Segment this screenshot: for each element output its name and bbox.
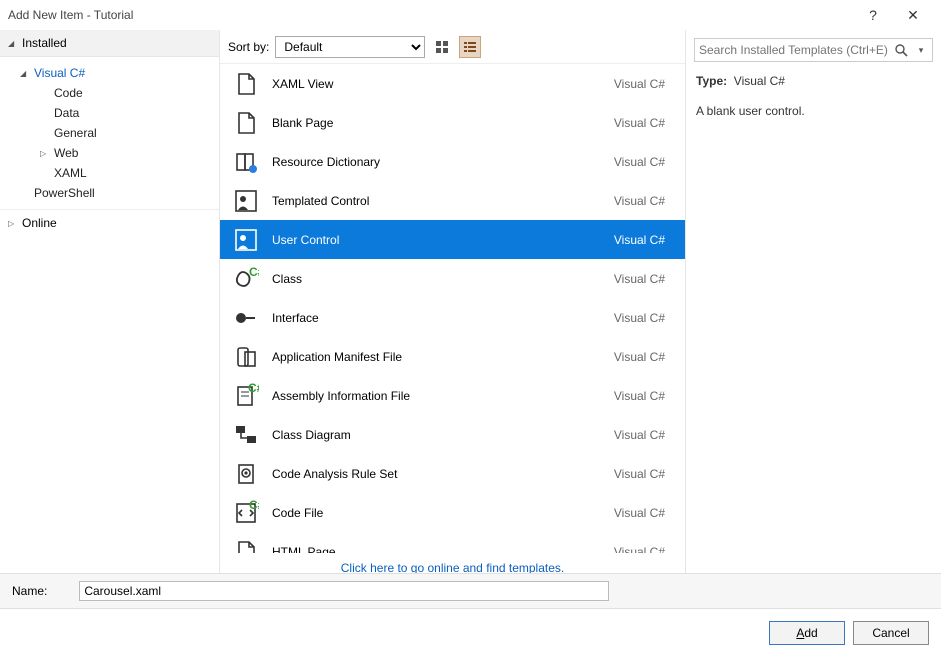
installed-label: Installed — [22, 36, 67, 50]
svg-text:C#: C# — [249, 500, 259, 512]
dialog-buttons: Add Cancel — [769, 621, 929, 645]
template-row[interactable]: Application Manifest File Visual C# — [220, 337, 685, 376]
name-row: Name: — [0, 573, 941, 609]
search-input[interactable] — [699, 43, 894, 57]
template-lang: Visual C# — [614, 350, 673, 364]
caret-icon — [40, 148, 50, 158]
titlebar: Add New Item - Tutorial ? ✕ — [0, 0, 941, 30]
template-lang: Visual C# — [614, 545, 673, 554]
control-person-icon — [232, 226, 260, 254]
description: A blank user control. — [694, 100, 933, 122]
online-label: Online — [22, 216, 57, 230]
template-lang: Visual C# — [614, 155, 673, 169]
template-lang: Visual C# — [614, 389, 673, 403]
template-row[interactable]: C# Code File Visual C# — [220, 493, 685, 532]
file-blank-icon — [232, 70, 260, 98]
template-name: Code Analysis Rule Set — [272, 467, 602, 481]
template-list[interactable]: XAML ViewVisual C#Blank PageVisual C#Res… — [220, 64, 685, 553]
search-box[interactable]: ▾ — [694, 38, 933, 62]
template-lang: Visual C# — [614, 311, 673, 325]
type-label: Type: — [696, 74, 727, 88]
control-person-icon — [232, 187, 260, 215]
template-name: Class Diagram — [272, 428, 602, 442]
name-input[interactable] — [79, 581, 609, 601]
tree-data[interactable]: Data — [0, 103, 219, 123]
caret-icon — [8, 218, 18, 228]
caret-icon — [20, 68, 30, 78]
interface-icon — [232, 304, 260, 332]
template-name: User Control — [272, 233, 602, 247]
file-blank-icon — [232, 109, 260, 137]
diagram-icon — [232, 421, 260, 449]
chevron-down-icon[interactable]: ▾ — [914, 45, 928, 56]
template-row[interactable]: Resource Dictionary Visual C# — [220, 142, 685, 181]
template-panel: Sort by: Default XAML ViewVisual C#Blank… — [220, 30, 686, 583]
template-name: Assembly Information File — [272, 389, 602, 403]
close-button[interactable]: ✕ — [893, 7, 933, 24]
details-panel: ▾ Type: Visual C# A blank user control. — [686, 30, 941, 583]
template-name: Templated Control — [272, 194, 602, 208]
codefile-icon: C# — [232, 499, 260, 527]
template-row[interactable]: Code Analysis Rule Set Visual C# — [220, 454, 685, 493]
cancel-button[interactable]: Cancel — [853, 621, 929, 645]
type-value: Visual C# — [734, 74, 785, 88]
template-lang: Visual C# — [614, 467, 673, 481]
template-row[interactable]: XAML View Visual C# — [220, 64, 685, 103]
window-title: Add New Item - Tutorial — [8, 8, 853, 22]
template-lang: Visual C# — [614, 272, 673, 286]
installed-header[interactable]: Installed — [0, 30, 219, 57]
template-row[interactable]: C# Assembly Information File Visual C# — [220, 376, 685, 415]
name-label: Name: — [12, 584, 47, 598]
caret-icon — [8, 38, 18, 48]
template-name: HTML Page — [272, 545, 602, 554]
tree-visual-csharp[interactable]: Visual C# — [0, 63, 219, 83]
tree-web[interactable]: Web — [0, 143, 219, 163]
template-row[interactable]: Class Diagram Visual C# — [220, 415, 685, 454]
template-name: Code File — [272, 506, 602, 520]
template-name: Resource Dictionary — [272, 155, 602, 169]
search-icon[interactable] — [894, 43, 914, 57]
add-button[interactable]: Add — [769, 621, 845, 645]
class-icon: C# — [232, 265, 260, 293]
template-row[interactable]: Blank Page Visual C# — [220, 103, 685, 142]
tree: Visual C# Code Data General Web XAML Pow… — [0, 57, 219, 209]
tree-code[interactable]: Code — [0, 83, 219, 103]
view-large-icons-button[interactable] — [431, 36, 453, 58]
tree-general[interactable]: General — [0, 123, 219, 143]
template-row[interactable]: User Control Visual C# — [220, 220, 685, 259]
sortby-select[interactable]: Default — [275, 36, 425, 58]
template-row[interactable]: Interface Visual C# — [220, 298, 685, 337]
template-row[interactable]: C# Class Visual C# — [220, 259, 685, 298]
template-name: Blank Page — [272, 116, 602, 130]
tree-powershell[interactable]: PowerShell — [0, 183, 219, 203]
type-info: Type: Visual C# — [694, 70, 933, 92]
manifest-icon — [232, 343, 260, 371]
template-name: Class — [272, 272, 602, 286]
template-name: Application Manifest File — [272, 350, 602, 364]
ruleset-icon — [232, 460, 260, 488]
online-header[interactable]: Online — [0, 209, 219, 236]
template-lang: Visual C# — [614, 77, 673, 91]
sortby-label: Sort by: — [228, 40, 269, 54]
book-icon — [232, 148, 260, 176]
template-lang: Visual C# — [614, 194, 673, 208]
template-lang: Visual C# — [614, 428, 673, 442]
template-name: XAML View — [272, 77, 602, 91]
svg-text:C#: C# — [248, 383, 259, 395]
assembly-icon: C# — [232, 382, 260, 410]
template-name: Interface — [272, 311, 602, 325]
template-lang: Visual C# — [614, 506, 673, 520]
help-button[interactable]: ? — [853, 7, 893, 23]
template-lang: Visual C# — [614, 233, 673, 247]
file-blank-icon — [232, 538, 260, 554]
sort-bar: Sort by: Default — [220, 30, 685, 64]
view-list-button[interactable] — [459, 36, 481, 58]
sidebar: Installed Visual C# Code Data General We… — [0, 30, 220, 583]
tree-xaml[interactable]: XAML — [0, 163, 219, 183]
svg-text:C#: C# — [249, 266, 259, 279]
template-lang: Visual C# — [614, 116, 673, 130]
template-row[interactable]: Templated Control Visual C# — [220, 181, 685, 220]
template-row[interactable]: HTML Page Visual C# — [220, 532, 685, 553]
